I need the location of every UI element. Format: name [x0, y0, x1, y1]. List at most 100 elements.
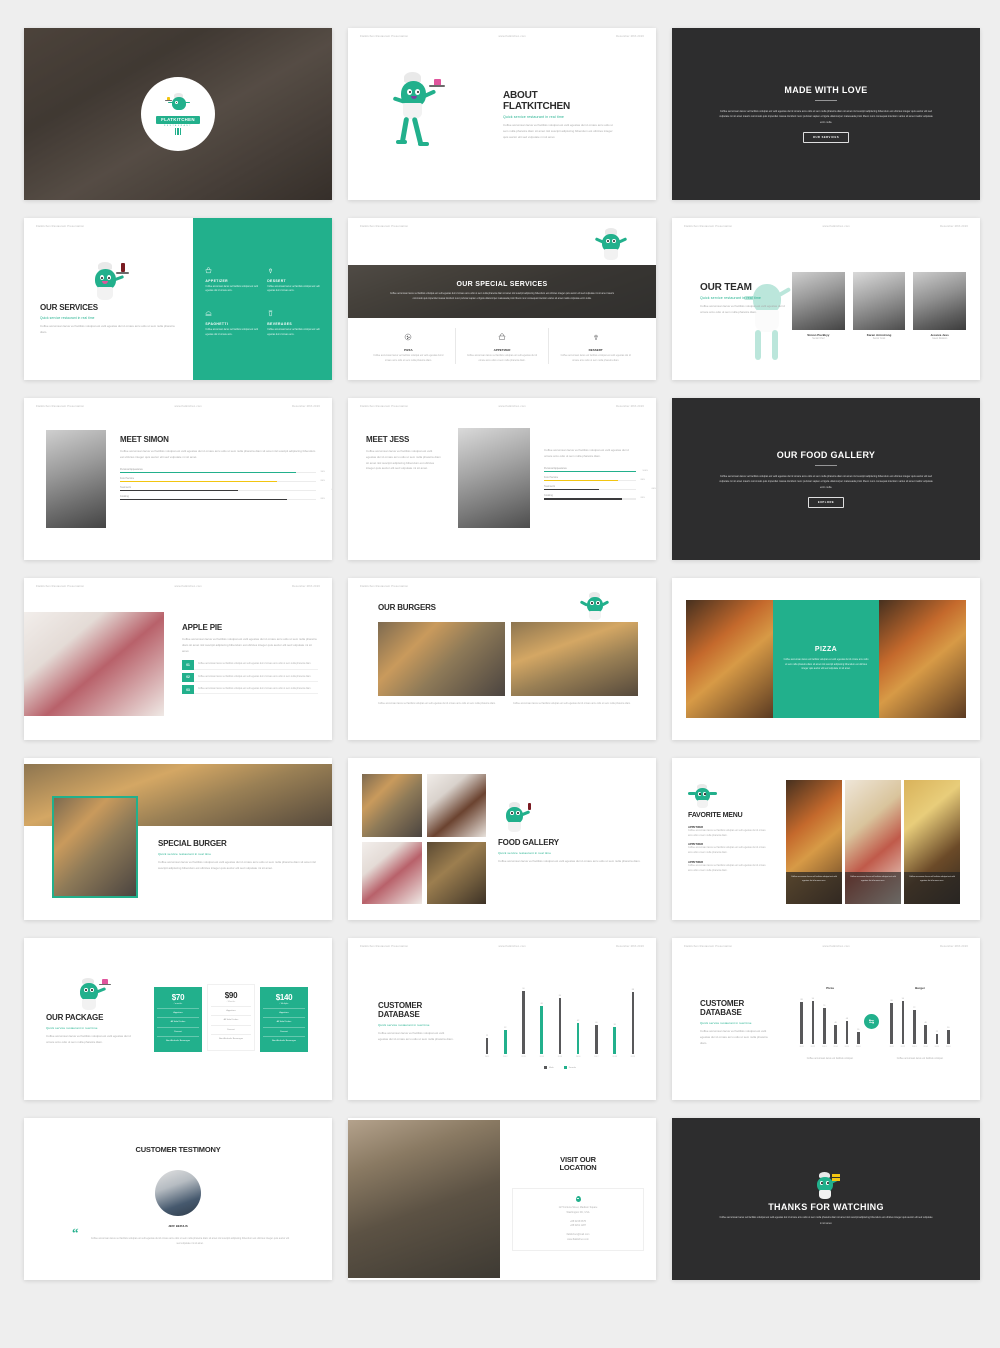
- our-burgers-slide[interactable]: Flatkitchen Restaurant Presentation OUR …: [348, 578, 656, 740]
- skill-row: Cooking 85%: [120, 494, 325, 501]
- bar-column: 48 2015: [845, 1018, 849, 1048]
- skill-label: Teamwork: [120, 485, 131, 489]
- menu-item[interactable]: APPETIZER Coffee accumsan lacus vel faci…: [688, 843, 766, 856]
- special-service-label: APPETIZER: [493, 348, 511, 352]
- menu-item-text: Coffee accumsan lacus vel facilisis volu…: [688, 828, 766, 837]
- numbered-point[interactable]: 03 Coffee accumsan lacus vel facilisis v…: [182, 685, 318, 695]
- header-left: Flatkitchen Restaurant Presentation: [684, 945, 733, 948]
- mascot-wine-icon: [498, 802, 536, 836]
- service-item[interactable]: DESSERT Coffee accumsan lacus vel facili…: [267, 261, 320, 294]
- apple-pie-photo: [24, 612, 164, 716]
- jess-photo: [458, 428, 530, 528]
- special-services-slide[interactable]: Flatkitchen Restaurant Presentation OUR …: [348, 218, 656, 380]
- service-item[interactable]: BEVERAGES Coffee accumsan lacus vel faci…: [267, 304, 320, 337]
- our-team-slide[interactable]: Flatkitchen Restaurant Presentation www.…: [672, 218, 980, 380]
- header-center: www.flatkitchen.com: [174, 405, 202, 408]
- header-right: December 28th 2016: [940, 225, 968, 228]
- cover-slide[interactable]: FLATKITCHEN RESTAURANT: [24, 28, 332, 200]
- header-center: www.flatkitchen.com: [822, 945, 850, 948]
- point-number: 02: [182, 672, 194, 683]
- price-feature: All Side Dishes: [157, 1017, 199, 1026]
- db2-title-line2: DATABASE: [700, 1007, 742, 1017]
- thanks-for-watching-slide[interactable]: THANKS FOR WATCHING Coffee accumsan lacu…: [672, 1118, 980, 1280]
- header-center: www.flatkitchen.com: [498, 945, 526, 948]
- our-package-slide[interactable]: OUR PACKAGE Quick service restaurant in …: [24, 938, 332, 1100]
- team-member[interactable]: Karen Armstrong Senior Cook: [852, 272, 906, 340]
- gallery-photo-2: [426, 774, 486, 837]
- customer-database-slide-2[interactable]: Flatkitchen Restaurant Presentation www.f…: [672, 938, 980, 1100]
- bar-category: 2015: [557, 1056, 563, 1058]
- db1-title-line2: DATABASE: [378, 1009, 420, 1019]
- food-gallery-body: Coffee accumsan lacus vel facilisis volu…: [719, 475, 933, 489]
- bar-value: 72: [913, 1007, 916, 1009]
- bar-chart-1: 22 2011 32 2012 90 2013 68 2014 80 2015 42 201…: [478, 982, 642, 1058]
- member-role: Guest Relation: [932, 338, 948, 340]
- special-service-item[interactable]: DESSERT Coffee accumsan lacus vel facili…: [549, 328, 642, 364]
- numbered-point[interactable]: 01 Coffee accumsan lacus vel facilisis v…: [182, 660, 318, 670]
- header-left: Flatkitchen Restaurant Presentation: [36, 405, 85, 408]
- apple-pie-slide[interactable]: Flatkitchen Restaurant Presentation www.f…: [24, 578, 332, 740]
- food-gallery-slide[interactable]: FOOD GALLERY Quick service restaurant in…: [348, 758, 656, 920]
- member-role: Senior Cook: [872, 338, 886, 340]
- team-member[interactable]: Simon Puckkyy Senior Chef: [792, 272, 845, 340]
- price-card[interactable]: $70 / months Appetizer All Side Dishes D…: [154, 987, 202, 1052]
- customer-testimony-slide[interactable]: CUSTOMER TESTIMONY JEFF BEZULIS “ Coffee…: [24, 1118, 332, 1280]
- bar-category: 2018: [612, 1056, 617, 1058]
- team-member[interactable]: Jessica Jess Guest Relation: [913, 272, 967, 340]
- our-services-slide[interactable]: Flatkitchen Restaurant Presentation OUR …: [24, 218, 332, 380]
- special-services-body: Coffee accumsan lacus vel facilisis volu…: [389, 293, 614, 300]
- skill-label: Food Service: [120, 476, 135, 480]
- header-right: December 28th 2016: [616, 35, 644, 38]
- made-with-love-slide[interactable]: MADE WITH LOVE Coffee accumsan lacus vel…: [672, 28, 980, 200]
- special-service-item[interactable]: APPETIZER Coffee accumsan lacus vel faci…: [456, 328, 549, 364]
- bar-value: 40: [595, 1022, 598, 1024]
- price-period: / Months: [226, 1001, 236, 1003]
- special-service-label: PIZZA: [404, 348, 413, 352]
- skill-label: Cooking: [120, 494, 129, 498]
- price-card[interactable]: $90 / Months Appetizer All Side Dishes D…: [207, 984, 255, 1051]
- header-left: Flatkitchen Restaurant Presentation: [36, 585, 85, 588]
- service-item[interactable]: SPAGHETTI Coffee accumsan lacus vel faci…: [205, 304, 258, 337]
- skill-value: 90%: [320, 470, 325, 473]
- price-card[interactable]: $140 / Multiple Appetizer All Side Dishe…: [260, 987, 308, 1052]
- testimony-title: CUSTOMER TESTIMONY: [135, 1145, 221, 1154]
- special-burger-slide[interactable]: SPECIAL BURGER Quick service restaurant …: [24, 758, 332, 920]
- meet-jess-slide[interactable]: Flatkitchen Restaurant Presentation www.f…: [348, 398, 656, 560]
- bar-value: 90: [522, 988, 525, 990]
- pizza-slide[interactable]: PIZZA Coffee accumsan lacus vel facilisi…: [672, 578, 980, 740]
- services-green-panel: APPETIZER Coffee accumsan lacus vel faci…: [193, 218, 332, 380]
- skill-value: 100%: [642, 469, 648, 472]
- point-text: Coffee accumsan lacus vel facilisis volu…: [194, 660, 318, 670]
- mascot-waiter-icon: [390, 72, 450, 150]
- numbered-point[interactable]: 02 Coffee accumsan lacus vel facilisis v…: [182, 672, 318, 683]
- bar-column: 86 2011: [889, 1000, 893, 1048]
- our-services-button[interactable]: OUR SERVICES: [802, 131, 850, 143]
- customer-database-slide-1[interactable]: Flatkitchen Restaurant Presentation www.f…: [348, 938, 656, 1100]
- bar-column: 38 2018: [612, 1024, 616, 1058]
- price-feature: Dessert: [263, 1026, 305, 1036]
- bar-value: 40: [834, 1022, 837, 1024]
- website[interactable]: www.flatkitchen.com: [519, 1238, 637, 1243]
- menu-item[interactable]: APPETIZER Coffee accumsan lacus vel faci…: [688, 826, 766, 839]
- our-food-gallery-slide[interactable]: OUR FOOD GALLERY Coffee accumsan lacus v…: [672, 398, 980, 560]
- bar-value: 40: [924, 1022, 927, 1024]
- meet-simon-slide[interactable]: Flatkitchen Restaurant Presentation www.f…: [24, 398, 332, 560]
- mascot-watermark-icon: [744, 266, 792, 366]
- service-item[interactable]: APPETIZER Coffee accumsan lacus vel faci…: [205, 261, 258, 294]
- price-period: / months: [173, 1003, 183, 1005]
- favorite-menu-slide[interactable]: FAVORITE MENU APPETIZER Coffee accumsan …: [672, 758, 980, 920]
- special-service-item[interactable]: PIZZA Coffee accumsan lacus vel facilisi…: [362, 328, 455, 364]
- db1-body: Coffee accumsan lacus vel facilisis volu…: [378, 1030, 454, 1041]
- menu-item[interactable]: APPETIZER Coffee accumsan lacus vel faci…: [688, 861, 766, 874]
- bar-value: 68: [540, 1003, 543, 1005]
- visit-our-location-slide[interactable]: VISIT OUR LOCATION 127 Fortuna Street, M…: [348, 1118, 656, 1280]
- burgers-title: OUR BURGERS: [378, 603, 436, 612]
- avatar: [913, 272, 967, 330]
- bar-category: 2013: [911, 1046, 917, 1048]
- avatar: [852, 272, 906, 330]
- about-slide[interactable]: Flatkitchen Restaurant Presentation www.…: [348, 28, 656, 200]
- explore-button[interactable]: EXPLORE: [807, 496, 845, 508]
- member-name: Jessica Jess: [930, 333, 949, 337]
- bar-category: 2013: [821, 1046, 827, 1048]
- header-center: www.flatkitchen.com: [498, 405, 526, 408]
